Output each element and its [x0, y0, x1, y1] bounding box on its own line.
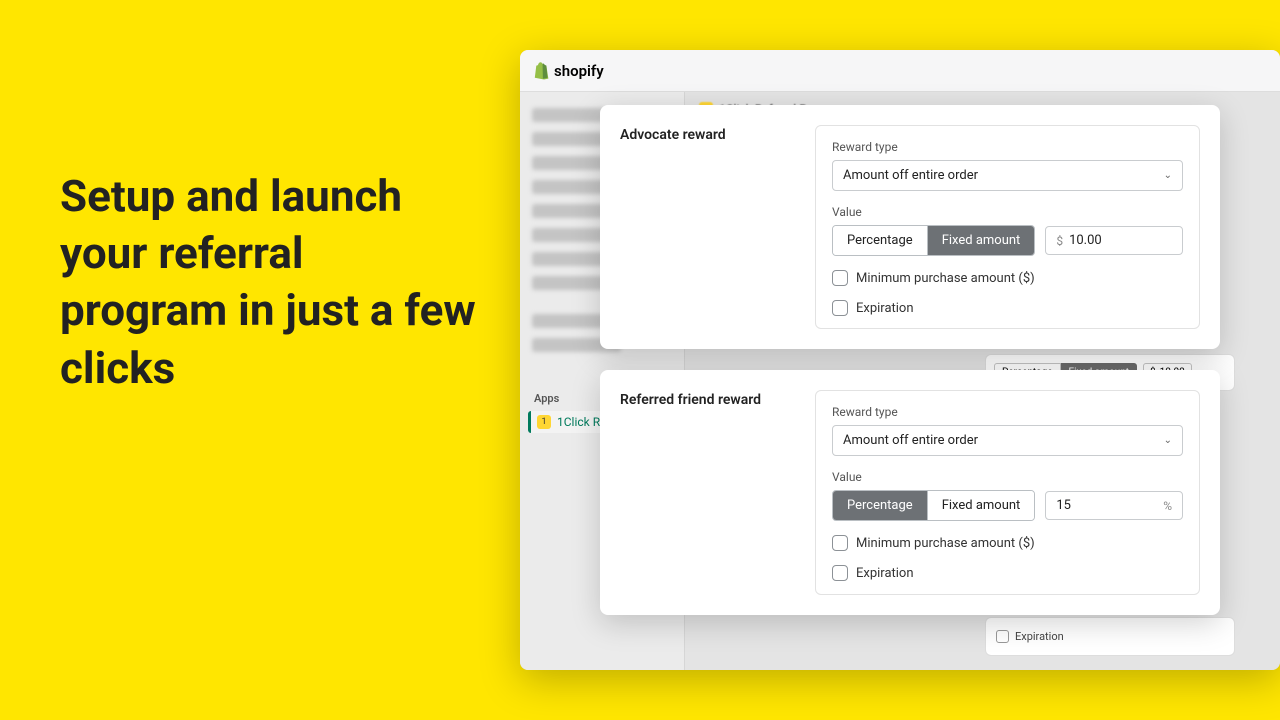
reward-type-select[interactable]: Amount off entire order ⌄: [832, 425, 1183, 456]
value-label: Value: [832, 205, 1183, 219]
advocate-reward-card: Advocate reward Reward type Amount off e…: [600, 105, 1220, 349]
percentage-button[interactable]: Percentage: [833, 226, 928, 255]
percentage-button[interactable]: Percentage: [833, 491, 928, 520]
shopify-logo: shopify: [534, 62, 604, 80]
shopify-brand-text: shopify: [554, 62, 604, 80]
percent-suffix: %: [1163, 499, 1172, 513]
expiration-checkbox-row[interactable]: Expiration: [832, 565, 1183, 581]
reward-type-value: Amount off entire order: [843, 168, 978, 183]
referred-friend-reward-card: Referred friend reward Reward type Amoun…: [600, 370, 1220, 615]
value-type-segment: Percentage Fixed amount: [832, 225, 1035, 256]
bg-expiration-label: Expiration: [1015, 630, 1064, 643]
expiration-label: Expiration: [856, 301, 914, 316]
value-type-segment: Percentage Fixed amount: [832, 490, 1035, 521]
amount-value: 15: [1056, 498, 1157, 513]
reward-type-value: Amount off entire order: [843, 433, 978, 448]
expiration-checkbox-row[interactable]: Expiration: [832, 300, 1183, 316]
admin-header: shopify: [520, 50, 1280, 92]
min-purchase-label: Minimum purchase amount ($): [856, 271, 1035, 286]
card-title: Referred friend reward: [620, 390, 795, 595]
reward-type-select[interactable]: Amount off entire order ⌄: [832, 160, 1183, 191]
app-badge-icon: 1: [537, 415, 551, 429]
reward-type-label: Reward type: [832, 140, 1183, 154]
fixed-amount-button[interactable]: Fixed amount: [928, 226, 1035, 255]
value-label: Value: [832, 470, 1183, 484]
min-purchase-checkbox-row[interactable]: Minimum purchase amount ($): [832, 535, 1183, 551]
fixed-amount-button[interactable]: Fixed amount: [928, 491, 1035, 520]
checkbox[interactable]: [832, 270, 848, 286]
reward-type-label: Reward type: [832, 405, 1183, 419]
amount-input[interactable]: $ 10.00: [1045, 226, 1183, 255]
bg-expiration-card: Expiration: [985, 617, 1235, 656]
bg-checkbox[interactable]: [996, 630, 1009, 643]
checkbox[interactable]: [832, 565, 848, 581]
checkbox[interactable]: [832, 535, 848, 551]
expiration-label: Expiration: [856, 566, 914, 581]
chevron-down-icon: ⌄: [1164, 435, 1172, 446]
min-purchase-checkbox-row[interactable]: Minimum purchase amount ($): [832, 270, 1183, 286]
amount-value: 10.00: [1069, 233, 1172, 248]
amount-input[interactable]: 15 %: [1045, 491, 1183, 520]
checkbox[interactable]: [832, 300, 848, 316]
min-purchase-label: Minimum purchase amount ($): [856, 536, 1035, 551]
shopify-bag-icon: [534, 62, 550, 80]
card-title: Advocate reward: [620, 125, 795, 329]
marketing-headline: Setup and launch your referral program i…: [60, 168, 480, 397]
chevron-down-icon: ⌄: [1164, 170, 1172, 181]
currency-prefix: $: [1056, 234, 1063, 248]
